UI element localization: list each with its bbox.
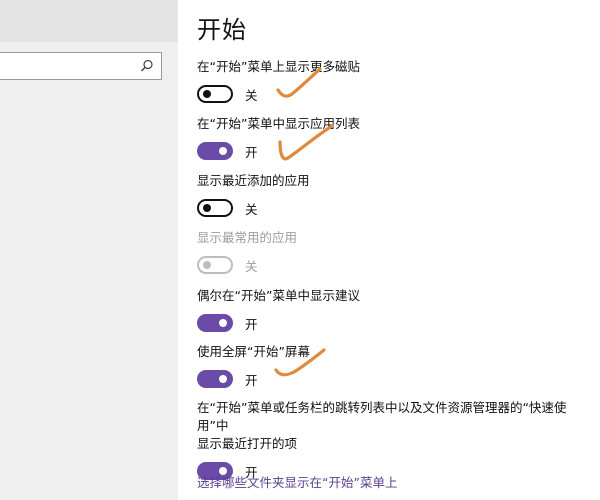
setting-recently-added: 显示最近添加的应用 关 <box>197 172 597 218</box>
most-used-toggle <box>197 256 233 274</box>
setting-full-screen-start: 使用全屏“开始”屏幕 开 <box>197 343 597 389</box>
toggle-knob <box>203 204 211 212</box>
toggle-knob <box>219 147 227 155</box>
toggle-state-label: 开 <box>245 144 258 160</box>
setting-label-line-2: 显示最近打开的项 <box>197 436 298 451</box>
setting-more-tiles: 在“开始”菜单上显示更多磁贴 关 <box>197 58 597 104</box>
toggle-knob <box>219 375 227 383</box>
toggle-state-label: 关 <box>245 201 258 217</box>
suggestions-toggle[interactable] <box>197 314 233 332</box>
setting-label: 在“开始”菜单上显示更多磁贴 <box>197 59 360 74</box>
toggle-state-label: 开 <box>245 372 258 388</box>
toggle-state-label: 开 <box>245 316 258 332</box>
setting-label-line-1: 在“开始”菜单或任务栏的跳转列表中以及文件资源管理器的“快速使用”中 <box>197 400 567 433</box>
search-box[interactable] <box>0 52 162 80</box>
toggle-knob <box>203 261 211 269</box>
setting-label: 使用全屏“开始”屏幕 <box>197 344 310 359</box>
settings-window: 开始 在“开始”菜单上显示更多磁贴 关 在“开始”菜单中显示应用列表 开 显示最… <box>0 0 600 500</box>
recently-added-toggle[interactable] <box>197 199 233 217</box>
setting-label: 在“开始”菜单中显示应用列表 <box>197 116 360 131</box>
toggle-state-label: 关 <box>245 87 258 103</box>
toggle-state-label: 关 <box>245 258 258 274</box>
sidebar-header <box>0 0 178 42</box>
choose-folders-link[interactable]: 选择哪些文件夹显示在“开始”菜单上 <box>197 472 397 491</box>
toggle-row: 关 <box>197 255 597 275</box>
toggle-row: 关 <box>197 84 597 104</box>
setting-app-list: 在“开始”菜单中显示应用列表 开 <box>197 115 597 161</box>
toggle-knob <box>219 319 227 327</box>
sidebar <box>0 0 178 500</box>
setting-most-used: 显示最常用的应用 关 <box>197 229 597 275</box>
setting-label: 显示最近添加的应用 <box>197 173 310 188</box>
toggle-knob <box>203 90 211 98</box>
main-content: 开始 在“开始”菜单上显示更多磁贴 关 在“开始”菜单中显示应用列表 开 显示最… <box>197 0 597 500</box>
setting-label: 显示最常用的应用 <box>197 230 298 245</box>
setting-recent-items: 在“开始”菜单或任务栏的跳转列表中以及文件资源管理器的“快速使用”中 显示最近打… <box>197 399 597 481</box>
full-screen-start-toggle[interactable] <box>197 370 233 388</box>
setting-label: 偶尔在“开始”菜单中显示建议 <box>197 288 360 303</box>
toggle-row: 开 <box>197 141 597 161</box>
setting-suggestions: 偶尔在“开始”菜单中显示建议 开 <box>197 287 597 333</box>
toggle-row: 开 <box>197 313 597 333</box>
search-icon[interactable] <box>139 58 155 74</box>
page-title: 开始 <box>197 16 247 44</box>
toggle-row: 关 <box>197 198 597 218</box>
search-input[interactable] <box>3 56 137 78</box>
toggle-row: 开 <box>197 369 597 389</box>
app-list-toggle[interactable] <box>197 142 233 160</box>
more-tiles-toggle[interactable] <box>197 85 233 103</box>
